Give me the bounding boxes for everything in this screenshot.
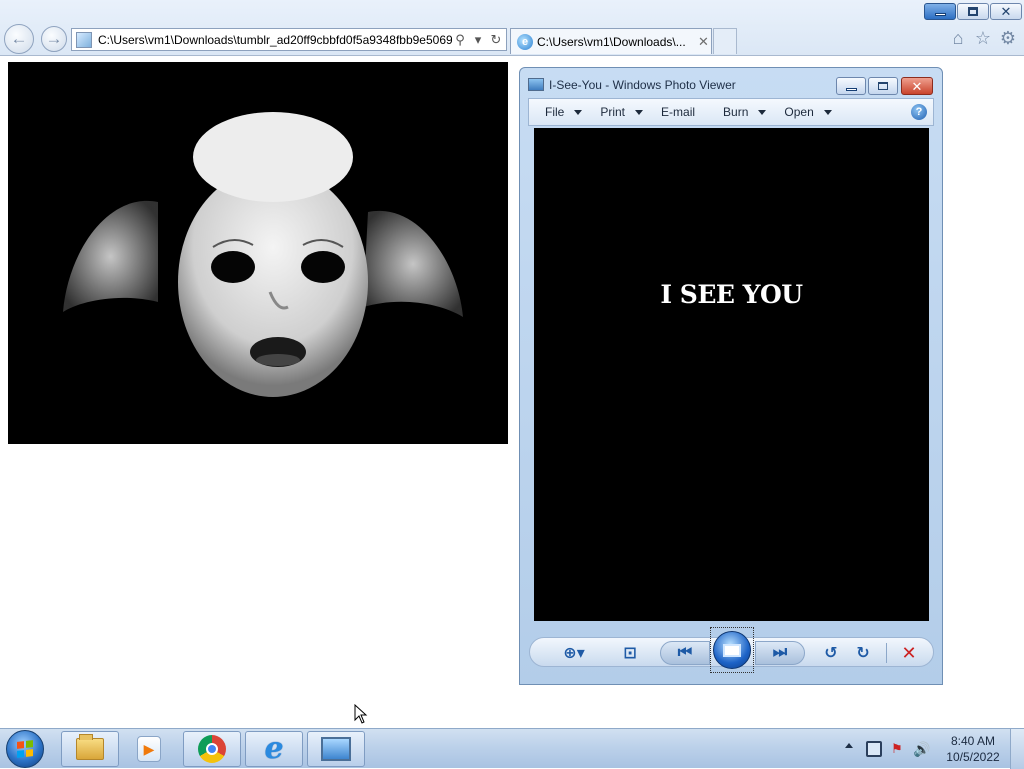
doll-face-picture — [8, 62, 508, 444]
minimize-icon — [845, 87, 857, 91]
back-button[interactable]: ← — [4, 24, 34, 54]
chevron-down-icon — [635, 109, 644, 115]
magnifier-icon: ⊕▾ — [563, 645, 585, 662]
next-icon: ⏭ — [772, 644, 788, 661]
restore-button[interactable] — [957, 3, 989, 20]
photo-canvas: I SEE YOU — [534, 128, 929, 621]
divider — [886, 643, 887, 663]
back-arrow-icon: ← — [10, 29, 28, 48]
menu-burn[interactable]: Burn — [723, 105, 767, 119]
photo-viewer-icon — [321, 737, 351, 761]
menu-email-label: E-mail — [661, 105, 696, 119]
chevron-down-icon — [574, 109, 583, 115]
close-icon: ✕ — [1000, 4, 1012, 19]
address-bar[interactable]: C:\Users\vm1\Downloads\tumblr_ad20ff9cbb… — [71, 28, 507, 51]
home-icon[interactable]: ⌂ — [948, 28, 968, 48]
image-caption: I SEE YOU — [660, 280, 803, 309]
menu-print-label: Print — [600, 105, 626, 119]
menu-email[interactable]: E-mail — [661, 105, 695, 119]
maximize-button[interactable] — [868, 77, 898, 95]
photo-viewer-controls: ⊕▾ ⊡ ⏮ ⏭ ↺ ↻ ✕ — [529, 627, 934, 673]
help-icon[interactable]: ? — [911, 104, 927, 120]
menu-file-label: File — [545, 105, 565, 119]
clock-date[interactable]: 10/5/2022 — [938, 750, 1008, 764]
close-icon: ✕ — [911, 78, 923, 94]
taskbar: ▶ e ⚑ 🔊 8:40 AM 10/5/2022 — [0, 728, 1024, 769]
star-icon[interactable]: ☆ — [973, 28, 993, 48]
tab-close-icon[interactable]: ✕ — [698, 34, 709, 50]
taskbar-chrome[interactable] — [183, 731, 241, 767]
network-icon[interactable] — [866, 741, 882, 757]
tab-active[interactable]: e C:\Users\vm1\Downloads\... ✕ — [510, 28, 712, 54]
taskbar-internet-explorer[interactable]: e — [245, 731, 303, 767]
photo-viewer-icon — [528, 78, 544, 91]
previous-icon: ⏮ — [677, 644, 693, 661]
menu-print[interactable]: Print — [600, 105, 644, 119]
new-tab-button[interactable] — [713, 28, 737, 54]
clock-time[interactable]: 8:40 AM — [938, 734, 1008, 748]
forward-arrow-icon: → — [45, 29, 63, 48]
rotate-right-button[interactable]: ↻ — [850, 638, 876, 668]
maximize-icon — [878, 82, 888, 90]
previous-button[interactable]: ⏮ — [660, 641, 710, 665]
photo-viewer-menubar: File Print E-mail Burn Open ? — [528, 98, 934, 126]
photo-viewer-window: I-See-You - Windows Photo Viewer ✕ File … — [519, 67, 943, 685]
forward-button[interactable]: → — [41, 26, 67, 52]
menu-burn-label: Burn — [723, 105, 749, 119]
windows-logo-icon — [17, 740, 33, 758]
media-player-icon: ▶ — [137, 736, 161, 762]
chrome-icon — [198, 735, 226, 763]
next-button[interactable]: ⏭ — [755, 641, 805, 665]
rotate-left-icon: ↺ — [824, 645, 838, 662]
minimize-button[interactable] — [924, 3, 956, 20]
folder-icon — [76, 734, 104, 760]
refresh-icon[interactable]: ↻ — [488, 32, 504, 48]
gear-icon[interactable]: ⚙ — [998, 28, 1018, 48]
browser-toolbar: ✕ ← → C:\Users\vm1\Downloads\tumblr_ad20… — [0, 0, 1024, 56]
delete-button[interactable]: ✕ — [896, 638, 922, 668]
minimize-icon — [934, 13, 946, 16]
chevron-down-icon — [758, 109, 767, 115]
address-text[interactable]: C:\Users\vm1\Downloads\tumblr_ad20ff9cbb… — [98, 33, 452, 47]
menu-open[interactable]: Open — [784, 105, 832, 119]
taskbar-explorer[interactable] — [61, 731, 119, 767]
start-button[interactable] — [6, 730, 44, 768]
close-button[interactable]: ✕ — [901, 77, 933, 95]
ie-icon: e — [264, 731, 284, 766]
actual-size-button[interactable]: ⊡ — [616, 638, 644, 668]
slideshow-icon — [713, 631, 751, 669]
rotate-right-icon: ↻ — [856, 645, 870, 662]
rotate-left-button[interactable]: ↺ — [818, 638, 844, 668]
slideshow-button[interactable] — [710, 627, 754, 673]
menu-file[interactable]: File — [545, 105, 583, 119]
window-title: I-See-You - Windows Photo Viewer — [549, 78, 736, 92]
search-icon[interactable]: ⚲ — [452, 32, 468, 48]
close-button[interactable]: ✕ — [990, 3, 1022, 20]
doll-face-image — [8, 62, 508, 444]
chevron-down-icon — [823, 109, 832, 115]
dropdown-icon[interactable]: ▾ — [470, 32, 486, 48]
taskbar-photo-viewer[interactable] — [307, 731, 365, 767]
actual-size-icon: ⊡ — [623, 645, 637, 662]
volume-icon[interactable]: 🔊 — [913, 741, 930, 758]
tab-label: C:\Users\vm1\Downloads\... — [537, 34, 686, 49]
action-center-icon[interactable]: ⚑ — [889, 741, 905, 757]
show-desktop-button[interactable] — [1010, 729, 1024, 769]
menu-open-label: Open — [784, 105, 814, 119]
taskbar-media-player[interactable]: ▶ — [120, 731, 178, 767]
minimize-button[interactable] — [836, 77, 866, 95]
delete-icon: ✕ — [901, 642, 917, 663]
restore-icon — [968, 7, 978, 16]
page-favicon-icon — [76, 31, 92, 48]
show-hidden-icons-icon[interactable] — [845, 743, 853, 748]
zoom-button[interactable]: ⊕▾ — [558, 638, 590, 668]
mouse-cursor-icon — [354, 704, 368, 724]
ie-tab-icon: e — [517, 33, 533, 50]
